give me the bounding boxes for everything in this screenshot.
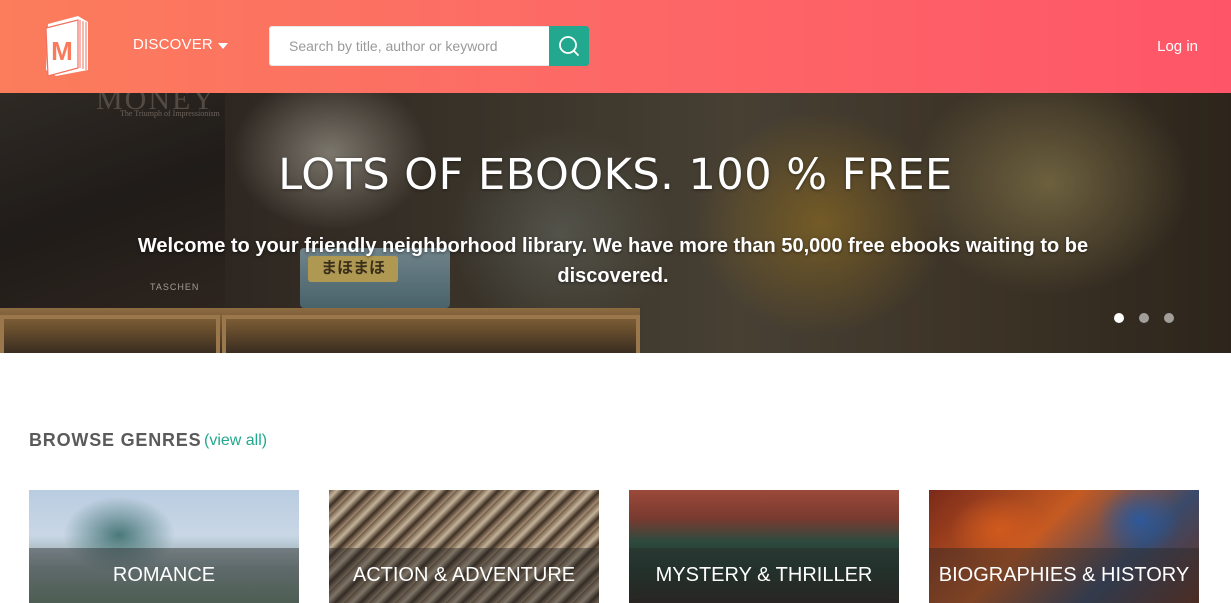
genre-card-label: MYSTERY & THRILLER [655,564,873,586]
discover-menu[interactable]: DISCOVER [133,36,228,53]
carousel-dots [1114,313,1174,323]
logo-letter: M [51,36,73,66]
genre-card-label: BIOGRAPHIES & HISTORY [938,564,1190,586]
genre-card-label: ROMANCE [112,564,216,586]
genre-card-biographies-history[interactable]: BIOGRAPHIES & HISTORY [929,490,1199,603]
view-all-genres-link[interactable]: (view all) [204,432,267,450]
book-logo-icon: M [45,16,88,77]
hero-banner: MONEY The Triumph of Impressionism TASCH… [0,93,1231,353]
hero-description: Welcome to your friendly neighborhood li… [137,235,1089,287]
search-button[interactable] [549,26,589,66]
hero-title: LOTS OF EBOOKS. 100 % FREE [278,150,953,200]
browse-genres-heading: BROWSE GENRES [29,430,202,450]
carousel-dot[interactable] [1164,313,1174,323]
carousel-dot[interactable] [1114,313,1124,323]
site-logo[interactable]: M [42,14,92,78]
genre-card-mystery-thriller[interactable]: MYSTERY & THRILLER [629,490,899,603]
genre-card-label: ACTION & ADVENTURE [352,564,576,586]
caret-down-icon [217,42,228,49]
carousel-dot[interactable] [1139,313,1149,323]
search-icon [559,36,579,56]
top-header: M DISCOVER Log in [0,0,1231,93]
hero-overlay [0,93,1231,353]
genre-card-romance[interactable]: ROMANCE [29,490,299,603]
login-link[interactable]: Log in [1157,38,1198,55]
genre-card-action-adventure[interactable]: ACTION & ADVENTURE [329,490,599,603]
search-input[interactable] [269,26,549,66]
discover-label: DISCOVER [133,36,213,53]
search-bar [269,26,589,66]
